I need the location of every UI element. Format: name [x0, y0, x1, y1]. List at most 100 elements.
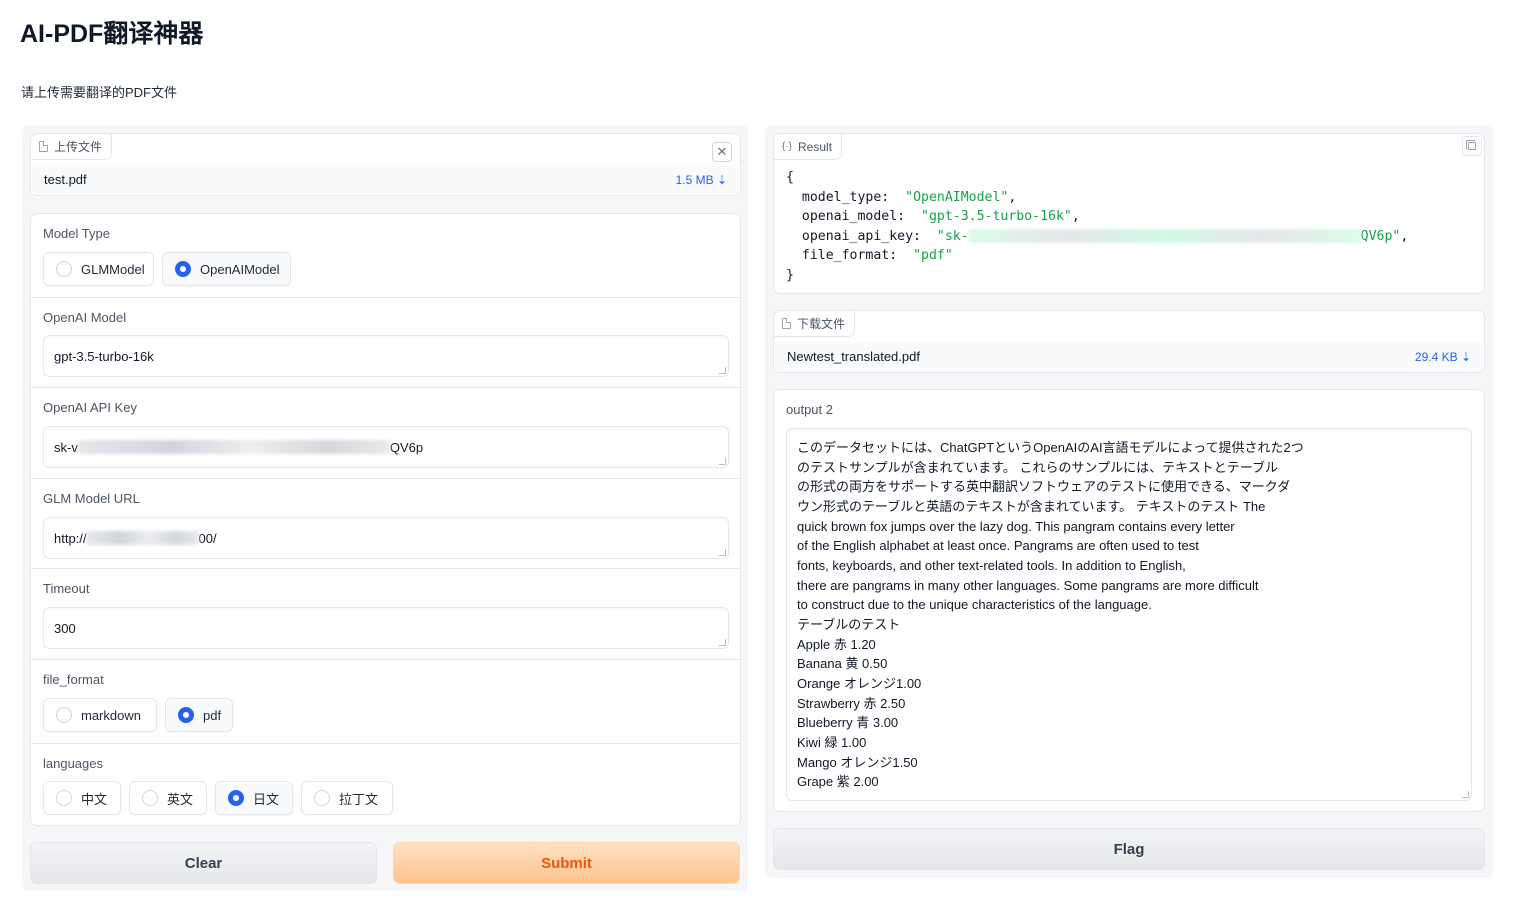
radio-chinese[interactable]: 中文 — [43, 781, 121, 815]
languages-section: languages 中文 英文 日文 拉丁文 — [31, 744, 740, 825]
radio-label: 拉丁文 — [339, 791, 379, 807]
json-close-brace: } — [786, 267, 794, 283]
upload-file-box[interactable]: 上传文件 ✕ test.pdf 1.5 MB ⇣ — [30, 133, 741, 196]
radio-circle-checked — [228, 790, 244, 806]
glm-model-url-input[interactable]: http:// 00/ — [43, 517, 729, 559]
download-file-size[interactable]: 29.4 KB ⇣ — [1415, 350, 1471, 364]
uploaded-file-name: test.pdf — [44, 172, 87, 187]
output2-label: output 2 — [786, 402, 833, 417]
glm-url-prefix: http:// — [54, 530, 87, 546]
upload-label: 上传文件 — [54, 140, 103, 154]
openai-api-key-label: OpenAI API Key — [43, 400, 137, 415]
submit-button[interactable]: Submit — [393, 842, 740, 884]
model-type-section: Model Type GLMModel OpenAIModel — [31, 214, 740, 298]
download-file-row: Newtest_translated.pdf 29.4 KB ⇣ — [775, 342, 1483, 371]
radio-english[interactable]: 英文 — [129, 781, 207, 815]
output-line: Grape 紫 2.00 — [797, 774, 879, 790]
resize-handle[interactable] — [1462, 791, 1469, 798]
output-line: ウン形式のテーブルと英語のテキストが含まれています。 テキストのテスト The — [797, 498, 1266, 514]
radio-label: pdf — [203, 707, 222, 723]
api-key-suffix: QV6p — [389, 439, 424, 455]
output2-box: output 2 このデータセットには、ChatGPTというOpenAIのAI言… — [773, 389, 1485, 812]
radio-label: GLMModel — [81, 261, 145, 277]
upload-label-tab: 上传文件 — [31, 134, 113, 160]
flag-button[interactable]: Flag — [773, 828, 1485, 870]
model-type-label: Model Type — [43, 226, 110, 241]
download-file-box[interactable]: 下载文件 Newtest_translated.pdf 29.4 KB ⇣ — [773, 310, 1485, 373]
timeout-input[interactable]: 300 — [43, 607, 729, 649]
download-label: 下载文件 — [797, 317, 846, 331]
output2-textarea[interactable]: このデータセットには、ChatGPTというOpenAIのAI言語モデルによって提… — [786, 428, 1472, 801]
json-icon: {·} — [782, 141, 793, 152]
download-file-name[interactable]: Newtest_translated.pdf — [787, 349, 920, 364]
output-line: このデータセットには、ChatGPTというOpenAIのAI言語モデルによって提… — [797, 440, 1304, 455]
close-icon[interactable]: ✕ — [712, 142, 732, 162]
radio-circle — [56, 261, 72, 277]
radio-circle — [142, 790, 158, 806]
result-json: { model_type: "OpenAIModel", openai_mode… — [786, 168, 1408, 286]
openai-model-section: OpenAI Model gpt-3.5-turbo-16k — [31, 298, 740, 388]
json-line-file-format: file_format: "pdf" — [801, 248, 953, 264]
file-format-label: file_format — [43, 672, 104, 687]
radio-markdown[interactable]: markdown — [43, 698, 157, 732]
output-column: {·} Result { model_type: "OpenAIModel", … — [765, 125, 1493, 878]
output-line: quick brown fox jumps over the lazy dog.… — [797, 518, 1235, 534]
settings-form: Model Type GLMModel OpenAIModel OpenAI M… — [30, 213, 741, 826]
json-line-api-key: openai_api_key: "sk- QV6p", — [801, 228, 1409, 244]
output-line: Banana 黄 0.50 — [797, 656, 888, 672]
timeout-value: 300 — [54, 620, 76, 636]
radio-circle-checked — [178, 707, 194, 723]
radio-label: OpenAIModel — [200, 261, 280, 277]
radio-openaimodel[interactable]: OpenAIModel — [162, 252, 291, 286]
output-line: Blueberry 青 3.00 — [797, 715, 899, 731]
resize-handle[interactable] — [719, 639, 726, 646]
radio-label: 中文 — [81, 791, 108, 807]
page-subtitle: 请上传需要翻译的PDF文件 — [21, 85, 178, 100]
openai-api-key-input[interactable]: sk-v QV6p — [43, 426, 729, 468]
openai-model-value: gpt-3.5-turbo-16k — [54, 348, 154, 364]
output-line: の形式の両方をサポートする英中翻訳ソフトウェアのテストに使用できる、マークダ — [797, 479, 1291, 495]
uploaded-file-size[interactable]: 1.5 MB ⇣ — [676, 173, 727, 187]
radio-circle — [56, 707, 72, 723]
json-line-openai-model: openai_model: "gpt-3.5-turbo-16k", — [801, 209, 1080, 225]
output-line: Mango オレンジ1.50 — [797, 754, 918, 770]
output-line: テーブルのテスト — [797, 616, 901, 632]
resize-handle[interactable] — [719, 549, 726, 556]
glm-model-url-section: GLM Model URL http:// 00/ — [31, 479, 740, 569]
radio-japanese[interactable]: 日文 — [215, 781, 293, 815]
radio-circle — [56, 790, 72, 806]
resize-handle[interactable] — [719, 367, 726, 374]
output-line: Strawberry 赤 2.50 — [797, 695, 906, 711]
redacted-api-key — [77, 440, 390, 454]
result-label-tab: {·} Result — [774, 134, 843, 160]
radio-pdf[interactable]: pdf — [165, 698, 233, 732]
output-line: Apple 赤 1.20 — [797, 636, 876, 652]
radio-circle-checked — [175, 261, 191, 277]
clear-button[interactable]: Clear — [30, 842, 377, 884]
radio-circle — [314, 790, 330, 806]
radio-label: 日文 — [253, 791, 280, 807]
openai-model-label: OpenAI Model — [43, 310, 127, 325]
radio-label: 英文 — [167, 791, 194, 807]
output2-text: このデータセットには、ChatGPTというOpenAIのAI言語モデルによって提… — [797, 438, 1461, 792]
output-line: of the English alphabet at least once. P… — [797, 538, 1199, 554]
resize-handle[interactable] — [719, 458, 726, 465]
languages-label: languages — [43, 756, 103, 771]
radio-glmmodel[interactable]: GLMModel — [43, 252, 154, 286]
json-open-brace: { — [786, 170, 794, 185]
output-line: Orange オレンジ1.00 — [797, 675, 922, 691]
copy-icon[interactable] — [1462, 136, 1482, 156]
timeout-section: Timeout 300 — [31, 569, 740, 660]
file-icon — [39, 141, 48, 152]
glm-model-url-label: GLM Model URL — [43, 491, 140, 506]
result-label: Result — [798, 139, 833, 154]
output-line: to construct due to the unique character… — [797, 597, 1152, 613]
radio-label: markdown — [81, 707, 141, 723]
page-title: AI-PDF翻译神器 — [20, 20, 204, 48]
radio-latin[interactable]: 拉丁文 — [301, 781, 393, 815]
output-line: のテストサンプルが含まれています。 これらのサンプルには、テキストとテーブル — [797, 459, 1278, 475]
json-line-model-type: model_type: "OpenAIModel", — [801, 189, 1017, 205]
output-line: Kiwi 緑 1.00 — [797, 734, 867, 750]
redacted-glm-url — [86, 531, 199, 545]
openai-model-input[interactable]: gpt-3.5-turbo-16k — [43, 335, 729, 377]
